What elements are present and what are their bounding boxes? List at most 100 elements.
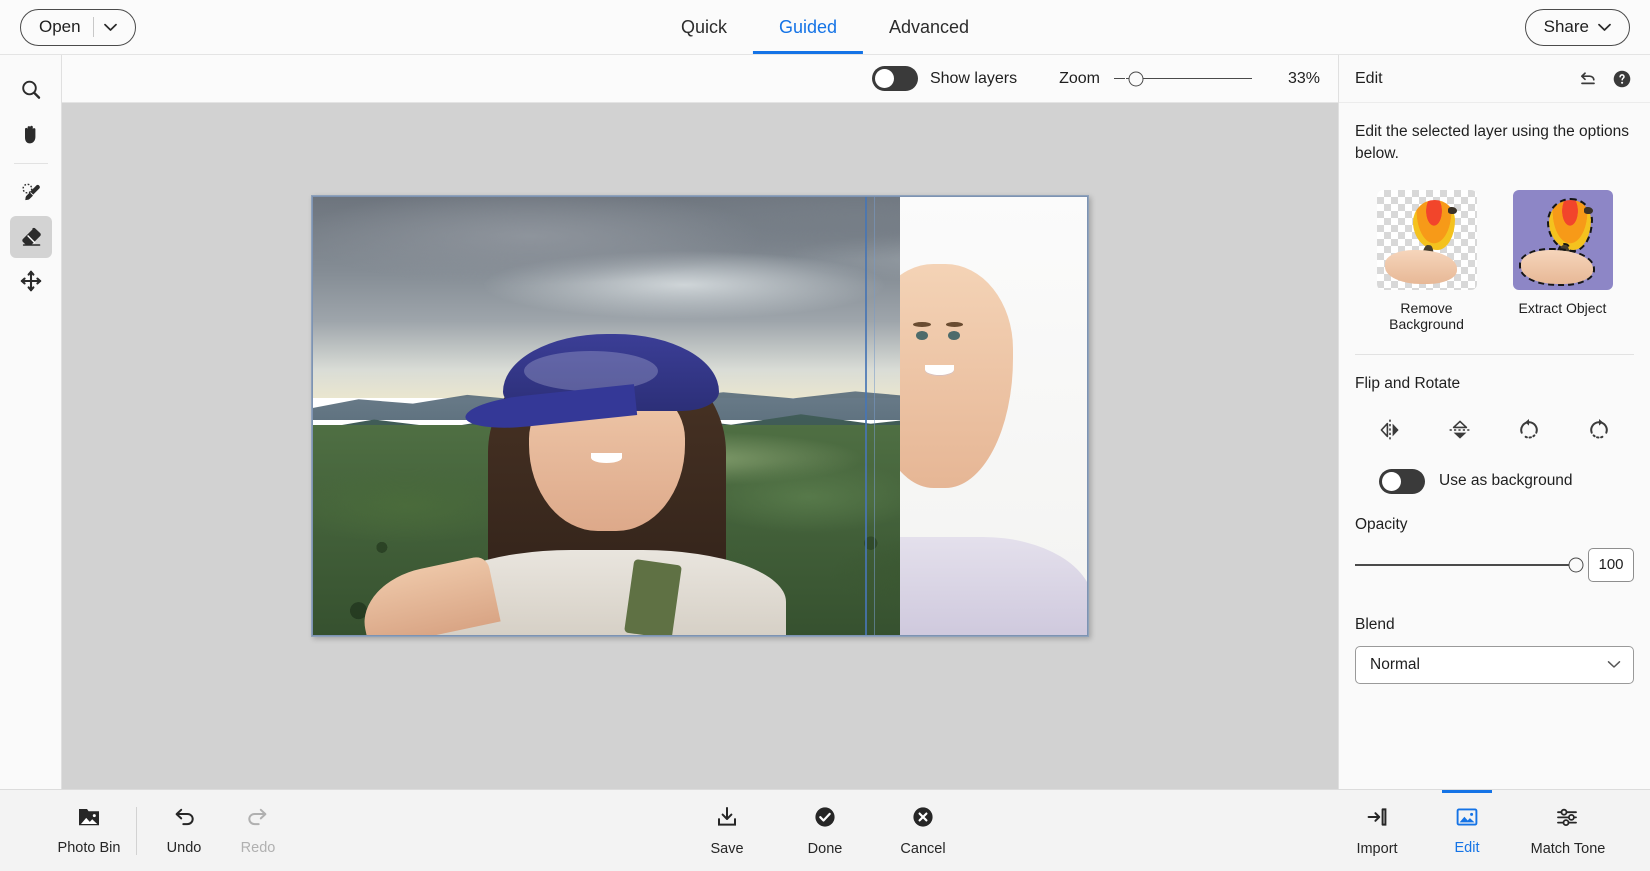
bottom-bar-divider bbox=[136, 807, 137, 855]
show-layers-label: Show layers bbox=[930, 70, 1017, 88]
edit-panel-body: Edit the selected layer using the option… bbox=[1339, 103, 1650, 789]
canvas-column: Show layers Zoom 33% bbox=[62, 55, 1338, 789]
move-tool[interactable] bbox=[10, 260, 52, 302]
magnifier-icon bbox=[19, 78, 43, 102]
help-circle-icon[interactable] bbox=[1610, 67, 1634, 91]
bottom-bar: Photo Bin Undo Re bbox=[0, 789, 1650, 871]
zoom-slider[interactable] bbox=[1126, 78, 1252, 80]
opacity-label: Opacity bbox=[1355, 516, 1634, 534]
photo-editor-app: Open Quick Guided Advanced Share bbox=[0, 0, 1650, 871]
blend-mode-value: Normal bbox=[1370, 656, 1420, 674]
import-arrow-icon bbox=[1365, 805, 1389, 834]
zoom-out-icon[interactable] bbox=[1114, 78, 1125, 80]
layer-selection-boundary-secondary bbox=[874, 196, 875, 636]
open-button[interactable]: Open bbox=[20, 9, 136, 46]
bottom-bar-left-group: Photo Bin Undo Re bbox=[0, 790, 295, 871]
undo-button[interactable]: Undo bbox=[147, 790, 221, 871]
photo-bin-button[interactable]: Photo Bin bbox=[52, 790, 126, 871]
extract-object-action[interactable]: Extract Object bbox=[1504, 190, 1622, 332]
tab-guided[interactable]: Guided bbox=[753, 0, 863, 54]
flip-rotate-buttons bbox=[1355, 411, 1634, 455]
move-crosshair-icon bbox=[19, 269, 43, 293]
photo-bin-icon bbox=[77, 806, 101, 833]
edit-panel-description: Edit the selected layer using the option… bbox=[1355, 121, 1634, 166]
hand-tool[interactable] bbox=[10, 113, 52, 155]
photo-bin-label: Photo Bin bbox=[58, 840, 121, 856]
extract-object-thumbnail bbox=[1513, 190, 1613, 290]
layer-action-list: Remove Background Extract Object bbox=[1355, 190, 1634, 332]
flip-horizontal-button[interactable] bbox=[1368, 411, 1412, 455]
open-button-label: Open bbox=[39, 17, 93, 37]
undo-arrow-icon bbox=[171, 806, 197, 833]
redo-label: Redo bbox=[241, 840, 276, 856]
redo-button[interactable]: Redo bbox=[221, 790, 295, 871]
canvas-area[interactable] bbox=[62, 103, 1338, 789]
save-label: Save bbox=[710, 841, 743, 857]
extract-object-label: Extract Object bbox=[1519, 300, 1607, 316]
edit-panel: Edit Edit the selected layer using the o… bbox=[1338, 55, 1650, 789]
cancel-button[interactable]: Cancel bbox=[886, 790, 960, 871]
document-canvas[interactable] bbox=[311, 195, 1089, 637]
chevron-down-icon[interactable] bbox=[94, 23, 127, 32]
opacity-slider-thumb[interactable] bbox=[1569, 557, 1584, 572]
bottom-bar-center-group: Save Done Cancel bbox=[690, 790, 960, 871]
remove-background-label: Remove Background bbox=[1368, 300, 1486, 332]
person-right-eye-right bbox=[948, 331, 960, 340]
close-circle-icon bbox=[911, 805, 935, 834]
flip-vertical-button[interactable] bbox=[1438, 411, 1482, 455]
toggle-knob bbox=[875, 69, 894, 88]
person-right-brow-left bbox=[913, 322, 931, 327]
layer-selection-boundary bbox=[865, 196, 867, 636]
rotate-clockwise-icon bbox=[1586, 417, 1612, 448]
eraser-tool[interactable] bbox=[10, 216, 52, 258]
check-circle-icon bbox=[813, 805, 837, 834]
zoom-percent: 33% bbox=[1272, 70, 1320, 88]
hand-icon bbox=[19, 122, 43, 146]
canvas-toolbar: Show layers Zoom 33% bbox=[62, 55, 1338, 103]
parrot-body bbox=[1549, 200, 1591, 250]
tab-quick[interactable]: Quick bbox=[655, 0, 753, 54]
eraser-icon bbox=[19, 225, 43, 249]
tool-rail bbox=[0, 55, 62, 789]
edit-panel-title: Edit bbox=[1355, 70, 1566, 88]
rotate-left-button[interactable] bbox=[1507, 411, 1551, 455]
tab-advanced[interactable]: Advanced bbox=[863, 0, 995, 54]
chevron-down-icon bbox=[1598, 20, 1611, 35]
app-body: Show layers Zoom 33% bbox=[0, 55, 1650, 789]
show-layers-toggle[interactable] bbox=[872, 66, 918, 91]
flip-vertical-icon bbox=[1447, 417, 1473, 448]
match-tone-button[interactable]: Match Tone bbox=[1520, 790, 1616, 871]
remove-background-action[interactable]: Remove Background bbox=[1368, 190, 1486, 332]
tool-rail-divider bbox=[14, 163, 48, 164]
bottom-bar-right-group: Import Edit bbox=[1340, 790, 1616, 871]
person-left bbox=[421, 328, 793, 636]
hand-shape bbox=[1521, 250, 1593, 284]
save-download-icon bbox=[715, 805, 739, 834]
remove-background-thumbnail bbox=[1377, 190, 1477, 290]
opacity-input[interactable] bbox=[1588, 548, 1634, 582]
redo-arrow-icon bbox=[245, 806, 271, 833]
zoom-tool[interactable] bbox=[10, 69, 52, 111]
revert-undo-icon[interactable] bbox=[1576, 67, 1600, 91]
edit-button[interactable]: Edit bbox=[1430, 790, 1504, 871]
tab-quick-label: Quick bbox=[681, 17, 727, 38]
zoom-slider-thumb[interactable] bbox=[1129, 71, 1144, 86]
edit-label: Edit bbox=[1455, 840, 1480, 856]
opacity-slider[interactable] bbox=[1355, 564, 1576, 566]
zoom-control: Zoom 33% bbox=[1059, 70, 1320, 88]
selection-brush-tool[interactable] bbox=[10, 172, 52, 214]
import-button[interactable]: Import bbox=[1340, 790, 1414, 871]
rotate-right-button[interactable] bbox=[1577, 411, 1621, 455]
tab-guided-label: Guided bbox=[779, 17, 837, 38]
selection-brush-icon bbox=[19, 181, 43, 205]
person-right bbox=[900, 231, 1088, 636]
blend-mode-select[interactable]: Normal bbox=[1355, 646, 1634, 684]
top-bar: Open Quick Guided Advanced Share bbox=[0, 0, 1650, 55]
sliders-icon bbox=[1555, 805, 1581, 834]
save-button[interactable]: Save bbox=[690, 790, 764, 871]
tab-advanced-label: Advanced bbox=[889, 17, 969, 38]
use-as-background-toggle[interactable] bbox=[1379, 469, 1425, 494]
pasted-layer-image[interactable] bbox=[900, 196, 1088, 636]
done-button[interactable]: Done bbox=[788, 790, 862, 871]
share-button[interactable]: Share bbox=[1525, 9, 1630, 46]
